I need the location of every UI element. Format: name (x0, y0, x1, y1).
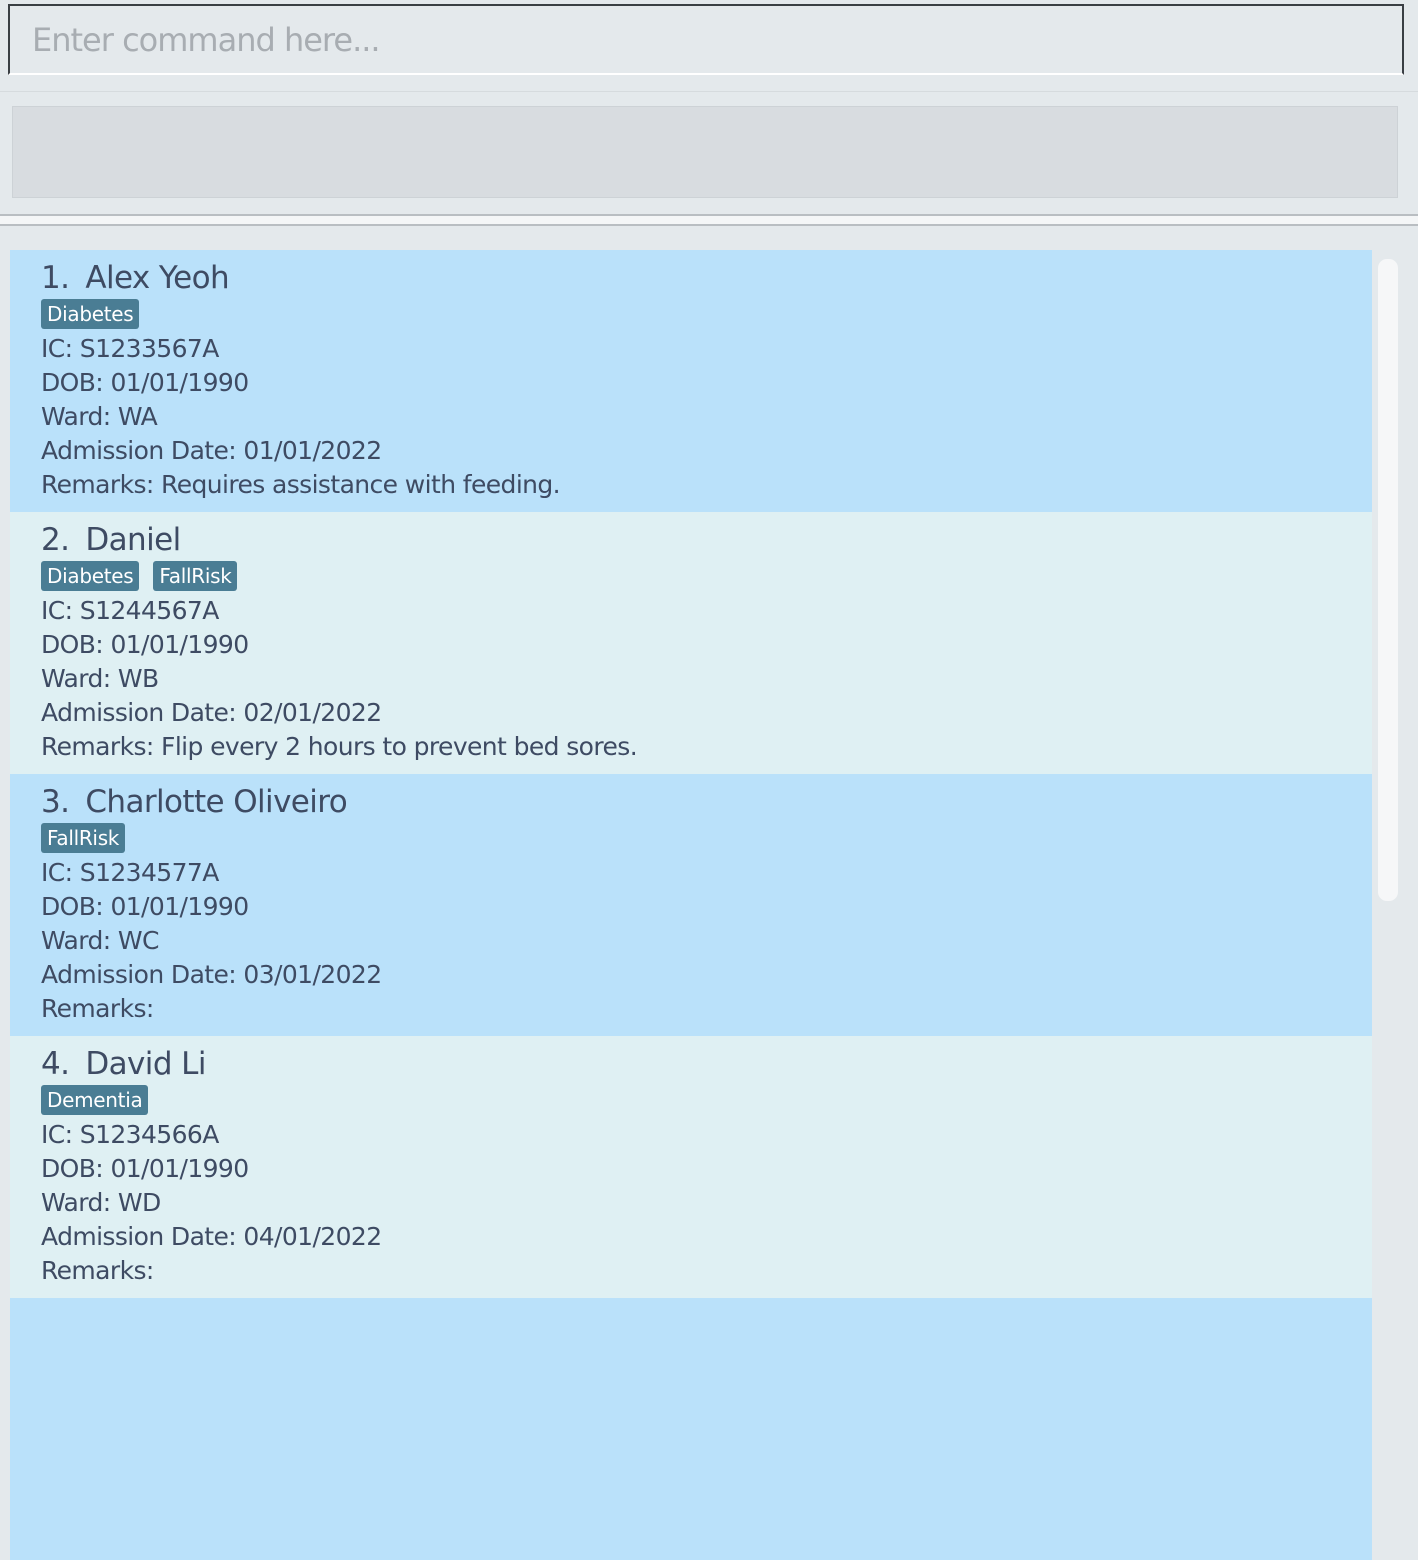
patient-admission-date: Admission Date: 03/01/2022 (41, 960, 382, 989)
tag-badge: Diabetes (41, 299, 140, 329)
patient-remarks: Remarks: (41, 994, 154, 1023)
patient-tags: Diabetes (41, 296, 1372, 332)
patient-ic: IC: S1233567A (41, 334, 219, 363)
patient-index: 2. (41, 522, 70, 558)
tag-badge: Diabetes (41, 561, 140, 591)
result-display (12, 106, 1398, 198)
patient-name: Charlotte Oliveiro (85, 784, 348, 820)
patient-admission-date: Admission Date: 01/01/2022 (41, 436, 382, 465)
patient-name: Daniel (85, 522, 181, 558)
patient-dob: DOB: 01/01/1990 (41, 630, 249, 659)
patient-name-row: 1. Alex Yeoh (41, 260, 1372, 296)
patient-list[interactable]: 1. Alex Yeoh Diabetes IC: S1233567A DOB: … (10, 250, 1372, 1560)
split-pane-divider[interactable] (0, 214, 1418, 226)
patient-card[interactable]: 3. Charlotte Oliveiro FallRisk IC: S12345… (10, 774, 1372, 1036)
patient-admission-date: Admission Date: 02/01/2022 (41, 698, 382, 727)
patient-name-row: 2. Daniel (41, 522, 1372, 558)
result-panel (0, 91, 1418, 210)
patient-name-row: 4. David Li (41, 1046, 1372, 1082)
list-scrollbar[interactable] (1378, 259, 1398, 901)
patient-ward: Ward: WB (41, 664, 159, 693)
patient-dob: DOB: 01/01/1990 (41, 1154, 249, 1183)
patient-card[interactable]: 4. David Li Dementia IC: S1234566A DOB: 0… (10, 1036, 1372, 1298)
patient-dob: DOB: 01/01/1990 (41, 892, 249, 921)
patient-remarks: Remarks: Flip every 2 hours to prevent b… (41, 732, 638, 761)
patient-name: Alex Yeoh (85, 260, 230, 296)
patient-remarks: Remarks: (41, 1256, 154, 1285)
patient-card[interactable]: 2. Daniel Diabetes FallRisk IC: S1244567A… (10, 512, 1372, 774)
patient-index: 3. (41, 784, 70, 820)
patient-tags: FallRisk (41, 820, 1372, 856)
patient-list-panel: 1. Alex Yeoh Diabetes IC: S1233567A DOB: … (0, 228, 1418, 1560)
tag-badge: FallRisk (41, 823, 126, 853)
command-box[interactable] (8, 4, 1404, 75)
patient-ward: Ward: WA (41, 402, 158, 431)
patient-ward: Ward: WD (41, 1188, 161, 1217)
command-input[interactable] (10, 6, 1402, 73)
patient-dob: DOB: 01/01/1990 (41, 368, 249, 397)
patient-tags: Dementia (41, 1082, 1372, 1118)
tag-badge: FallRisk (153, 561, 238, 591)
patient-index: 4. (41, 1046, 70, 1082)
patient-card[interactable]: 1. Alex Yeoh Diabetes IC: S1233567A DOB: … (10, 250, 1372, 512)
patient-name-row: 3. Charlotte Oliveiro (41, 784, 1372, 820)
patient-tags: Diabetes FallRisk (41, 558, 1372, 594)
patient-admission-date: Admission Date: 04/01/2022 (41, 1222, 382, 1251)
patient-ward: Ward: WC (41, 926, 160, 955)
patient-name: David Li (85, 1046, 206, 1082)
patient-index: 1. (41, 260, 70, 296)
patient-name-row (41, 1308, 1372, 1344)
patient-remarks: Remarks: Requires assistance with feedin… (41, 470, 561, 499)
patient-card[interactable] (10, 1298, 1372, 1560)
patient-ic: IC: S1244567A (41, 596, 219, 625)
patient-ic: IC: S1234577A (41, 858, 219, 887)
patient-ic: IC: S1234566A (41, 1120, 219, 1149)
tag-badge: Dementia (41, 1085, 149, 1115)
